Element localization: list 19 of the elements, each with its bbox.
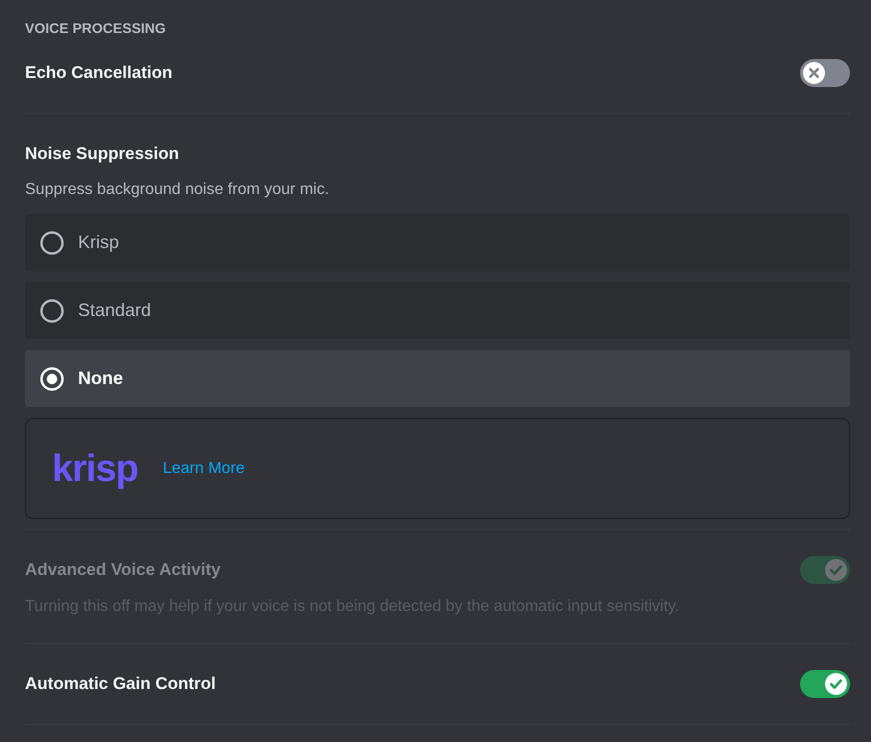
learn-more-link[interactable]: Learn More bbox=[162, 460, 245, 478]
toggle-switch[interactable] bbox=[800, 670, 850, 698]
setting-label: Echo Cancellation bbox=[25, 62, 172, 84]
radio-icon bbox=[40, 298, 64, 322]
toggle-switch[interactable] bbox=[800, 59, 850, 87]
setting-label: Noise Suppression bbox=[25, 143, 180, 165]
setting-label: Advanced Voice Activity bbox=[25, 559, 221, 581]
radio-option[interactable]: Krisp bbox=[25, 214, 850, 271]
radio-selected-icon bbox=[40, 366, 64, 390]
radio-option[interactable]: None bbox=[25, 350, 850, 407]
radio-icon bbox=[40, 230, 64, 254]
check-icon bbox=[825, 559, 847, 581]
krisp-logo: krisp bbox=[52, 446, 138, 490]
radio-option[interactable]: Standard bbox=[25, 282, 850, 339]
setting-description: Suppress background noise from your mic. bbox=[25, 180, 330, 200]
check-icon bbox=[825, 673, 847, 695]
section-heading: VOICE PROCESSING bbox=[25, 20, 167, 36]
x-icon bbox=[803, 62, 825, 84]
setting-label: Automatic Gain Control bbox=[25, 673, 216, 695]
